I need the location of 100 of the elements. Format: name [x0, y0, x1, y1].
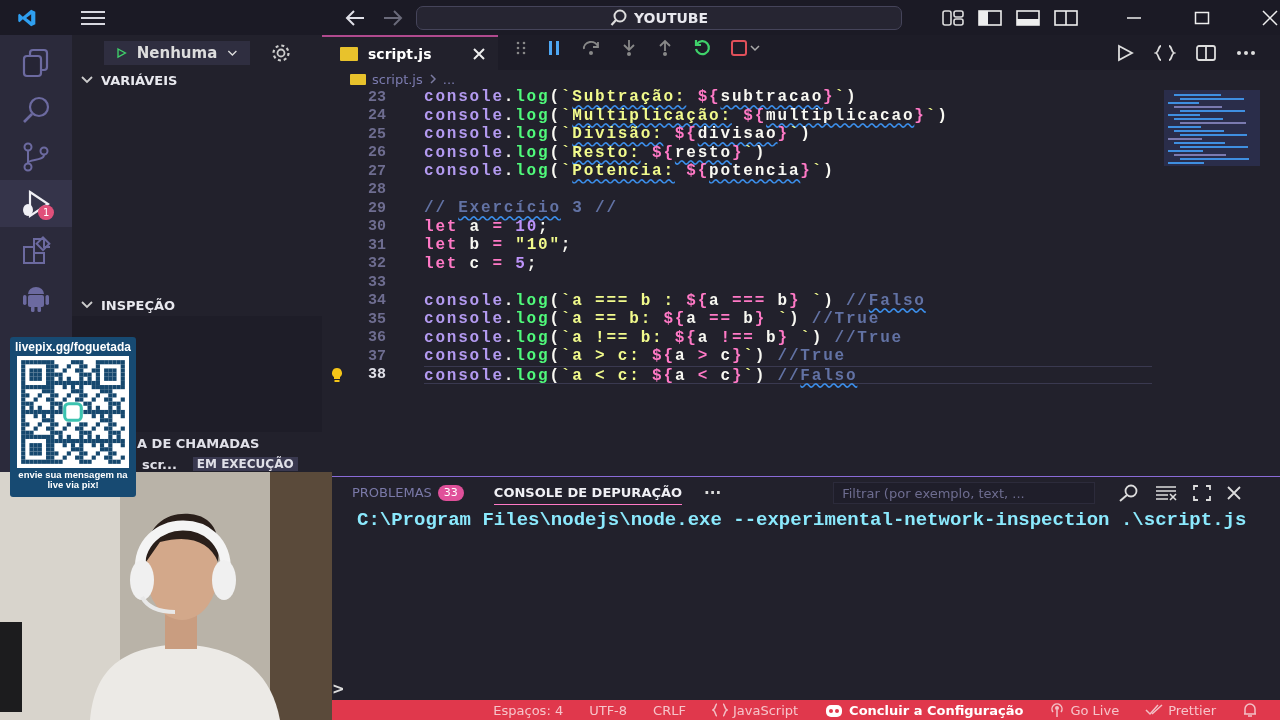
code-line: let c = 5;: [424, 254, 539, 273]
back-arrow-icon[interactable]: [345, 9, 365, 26]
line-number: 37: [367, 347, 386, 365]
status-bar-item[interactable]: UTF-8: [589, 702, 628, 718]
code-line: console.log(`a < c: ${a < c}`) //Falso: [424, 366, 858, 385]
search-icon[interactable]: [1117, 484, 1140, 502]
extensions-icon: [20, 234, 52, 267]
command-center-search[interactable]: YOUTUBE: [416, 5, 902, 30]
status-bar-item[interactable]: JavaScript: [711, 702, 799, 718]
code-line: // Exercício 3 //: [424, 199, 618, 217]
split-layout-icon[interactable]: [1054, 9, 1078, 26]
section-header[interactable]: VARIÁVEIS: [72, 69, 322, 91]
status-bar-item[interactable]: Prettier: [1145, 702, 1216, 718]
breadcrumb-item[interactable]: script.js: [372, 71, 423, 87]
split-editor-icon[interactable]: [1196, 43, 1216, 62]
minimap[interactable]: [1164, 90, 1260, 166]
toggle-sidebar-icon[interactable]: [978, 9, 1002, 26]
step-over-icon[interactable]: [581, 40, 601, 56]
line-number: 26: [367, 144, 386, 162]
count-badge: 33: [437, 484, 464, 501]
code-line: console.log(`a == b: ${a == b} `) //True: [424, 310, 881, 328]
panel-tab[interactable]: PROBLEMAS 33: [352, 481, 464, 505]
code-line: console.log(`Divisão: ${divisao}`): [424, 125, 812, 143]
line-number: 33: [367, 273, 386, 291]
code-line: console.log(`a !== b: ${a !== b} `) //True: [424, 328, 903, 347]
step-out-icon[interactable]: [657, 39, 673, 57]
panel-tab[interactable]: CONSOLE DE DEPURAÇÃO: [493, 481, 683, 505]
run-icon[interactable]: [1116, 43, 1134, 62]
broadcast-icon: [1049, 702, 1066, 718]
console-prompt[interactable]: >: [332, 680, 345, 698]
line-number: 30: [367, 218, 386, 236]
more-icon[interactable]: [1236, 49, 1256, 56]
chevron-icon: [80, 75, 94, 85]
line-number: 24: [367, 107, 386, 125]
editor-tab[interactable]: script.js: [322, 35, 498, 70]
status-bar-item[interactable]: Espaços: 4: [493, 702, 564, 718]
drag-handle-icon[interactable]: [515, 41, 527, 55]
line-number: 29: [367, 199, 386, 217]
js-file-icon: [350, 73, 366, 85]
lightbulb-icon[interactable]: [329, 366, 345, 383]
menu-icon[interactable]: [80, 10, 106, 25]
double-check-icon: [1145, 704, 1164, 716]
run-debug-icon: [20, 187, 52, 220]
notification-bell-icon: [1242, 702, 1258, 718]
line-number: 35: [367, 310, 386, 328]
code-line: console.log(`a > c: ${a > c}`) //True: [424, 347, 846, 365]
line-number: 31: [367, 236, 386, 254]
line-number: 38: [367, 366, 386, 384]
chevron-down-icon: [227, 48, 238, 58]
js-file-icon: [340, 46, 358, 61]
code-line: let b = "10";: [424, 236, 573, 254]
line-number: 34: [367, 292, 386, 310]
line-number: 23: [367, 88, 386, 106]
filter-field[interactable]: Filtrar (por exemplo, text, ...: [833, 482, 1096, 504]
code-line: console.log(`Subtração: ${subtracao}`): [424, 88, 858, 106]
close-icon[interactable]: [1227, 486, 1242, 500]
section-header[interactable]: INSPEÇÃO: [72, 294, 322, 316]
call-stack-row[interactable]: scr... EM EXECUÇÃO: [140, 454, 322, 474]
code-line: let a = 10;: [424, 217, 550, 236]
pause-icon[interactable]: [547, 40, 561, 56]
more-actions[interactable]: ···: [704, 484, 722, 502]
chevron-icon: [80, 300, 94, 310]
line-number: 27: [367, 162, 386, 180]
status-bar-item[interactable]: CRLF: [653, 702, 686, 718]
settings-icon[interactable]: [270, 42, 292, 64]
braces-icon: [711, 703, 728, 717]
code-line: console.log(`Multiplicação: ${multiplicacao}`): [424, 106, 949, 125]
code-line: console.log(`Resto: ${resto}`): [424, 143, 767, 162]
close-icon[interactable]: [472, 46, 486, 61]
clear-console-icon[interactable]: [1155, 485, 1178, 501]
braces-icon[interactable]: [1154, 43, 1176, 62]
notification-badge: 1: [38, 205, 55, 220]
code-line: console.log(`a === b : ${a === b} `) //Falso: [424, 291, 926, 310]
chevron-right-icon: [428, 74, 437, 84]
layout-grid-icon[interactable]: [942, 9, 964, 26]
stop-icon[interactable]: [731, 40, 761, 56]
line-number: 36: [367, 329, 386, 347]
line-number: 28: [367, 181, 386, 199]
close-icon[interactable]: [1262, 9, 1278, 26]
forward-arrow-icon[interactable]: [383, 9, 403, 26]
search-icon: [609, 8, 628, 27]
line-number: 32: [367, 255, 386, 273]
maximize-icon[interactable]: [1194, 9, 1210, 26]
section-header[interactable]: A DE CHAMADAS: [137, 435, 260, 451]
status-tag: EM EXECUÇÃO: [192, 457, 298, 471]
start-debugging-icon[interactable]: [116, 45, 127, 61]
toggle-panel-icon[interactable]: [1016, 9, 1040, 26]
maximize-panel-icon[interactable]: [1193, 485, 1212, 501]
restart-icon[interactable]: [693, 39, 711, 57]
console-output-line: C:\Program Files\nodejs\node.exe --experimental-network-inspection .\script.js: [357, 509, 1248, 531]
donation-qr-card: livepix.gg/foguetada envie sua mensagem na live via pix!: [10, 337, 136, 497]
launch-config-dropdown[interactable]: Nenhuma: [104, 41, 250, 65]
breadcrumb-item[interactable]: ...: [442, 71, 456, 87]
code-line: console.log(`Potencia: ${potencia}`): [424, 162, 835, 180]
status-bar-item[interactable]: [1242, 702, 1258, 718]
status-bar-item[interactable]: Concluir a Configuração: [824, 702, 1024, 718]
line-number: 25: [367, 125, 386, 143]
step-into-icon[interactable]: [621, 39, 637, 57]
status-bar-item[interactable]: Go Live: [1049, 702, 1120, 718]
activity-bar-item[interactable]: 1: [0, 180, 72, 227]
